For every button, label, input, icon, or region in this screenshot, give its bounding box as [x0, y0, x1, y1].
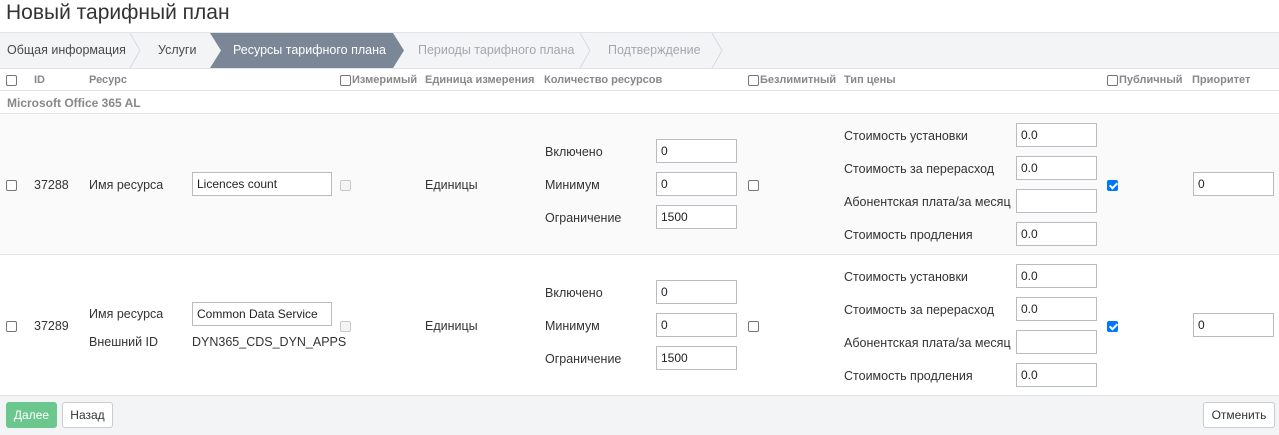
column-header-measurable[interactable]: Измеримый — [352, 69, 417, 91]
setup-fee-label: Стоимость установки — [844, 129, 968, 143]
row-select-checkbox[interactable] — [6, 180, 17, 191]
limit-input[interactable] — [656, 346, 737, 370]
step-separator-icon — [579, 33, 591, 68]
resource-id: 37288 — [34, 178, 69, 192]
priority-input[interactable] — [1193, 313, 1274, 337]
wizard-step-plan-periods[interactable]: Периоды тарифного плана — [405, 33, 580, 68]
step-separator-icon — [210, 33, 221, 68]
step-separator-icon — [129, 33, 141, 68]
wizard-steps: Общая информация Услуги Ресурсы тарифног… — [0, 32, 1279, 69]
select-all-checkbox[interactable] — [6, 75, 17, 86]
unlimited-all-checkbox[interactable] — [748, 75, 759, 86]
column-header-id[interactable]: ID — [34, 69, 45, 91]
external-id-label: Внешний ID — [89, 335, 159, 349]
column-header-unit[interactable]: Единица измерения — [425, 69, 534, 91]
unlimited-checkbox[interactable] — [748, 321, 759, 332]
wizard-step-label: Услуги — [158, 43, 197, 57]
included-label: Включено — [545, 145, 603, 159]
next-button[interactable]: Далее — [6, 402, 57, 428]
measurable-all-checkbox[interactable] — [340, 75, 351, 86]
setup-fee-label: Стоимость установки — [844, 270, 968, 284]
limit-label: Ограничение — [545, 211, 622, 225]
wizard-step-label: Общая информация — [7, 43, 126, 57]
included-input[interactable] — [656, 139, 737, 163]
minimum-label: Минимум — [545, 319, 600, 333]
cancel-button[interactable]: Отменить — [1203, 402, 1275, 428]
minimum-label: Минимум — [545, 178, 600, 192]
unit-value: Единицы — [425, 319, 478, 333]
footer-bar: Далее Назад Отменить — [0, 396, 1279, 435]
wizard-step-label: Подтверждение — [608, 43, 701, 57]
overuse-fee-input[interactable] — [1016, 297, 1097, 321]
public-checkbox[interactable] — [1107, 180, 1118, 191]
overuse-fee-label: Стоимость за перерасход — [844, 303, 995, 317]
renewal-fee-input[interactable] — [1016, 363, 1097, 387]
column-header-unlimited[interactable]: Безлимитный — [760, 69, 836, 91]
unit-value: Единицы — [425, 178, 478, 192]
external-id-value: DYN365_CDS_DYN_APPS — [192, 335, 347, 349]
subscription-fee-input[interactable] — [1016, 189, 1097, 213]
resource-name-input[interactable] — [192, 302, 332, 326]
resource-name-input[interactable] — [192, 172, 332, 196]
column-header-price-type[interactable]: Тип цены — [844, 69, 896, 91]
priority-input[interactable] — [1193, 172, 1274, 196]
wizard-step-label: Периоды тарифного плана — [418, 43, 575, 57]
subscription-fee-label: Абонентская плата/за месяц — [844, 336, 1011, 350]
column-header-resource[interactable]: Ресурс — [89, 69, 127, 91]
column-header-public[interactable]: Публичный — [1119, 69, 1182, 91]
back-button[interactable]: Назад — [62, 402, 113, 428]
subscription-fee-input[interactable] — [1016, 330, 1097, 354]
column-header-quantity[interactable]: Количество ресурсов — [544, 69, 662, 91]
included-label: Включено — [545, 286, 603, 300]
step-arrow-icon — [393, 33, 404, 68]
overuse-fee-label: Стоимость за перерасход — [844, 162, 995, 176]
measurable-checkbox — [340, 180, 351, 191]
subscription-fee-label: Абонентская плата/за месяц — [844, 195, 1011, 209]
setup-fee-input[interactable] — [1016, 123, 1097, 147]
limit-label: Ограничение — [545, 352, 622, 366]
resource-name-label: Имя ресурса — [89, 178, 164, 192]
table-row: 37289 Имя ресурса Внешний ID DYN365_CDS_… — [0, 255, 1279, 396]
resource-group-label: Microsoft Office 365 AL — [7, 96, 141, 110]
page-title: Новый тарифный план — [6, 1, 230, 24]
public-checkbox[interactable] — [1107, 321, 1118, 332]
included-input[interactable] — [656, 280, 737, 304]
resource-id: 37289 — [34, 319, 69, 333]
resource-name-label: Имя ресурса — [89, 307, 164, 321]
step-separator-icon — [711, 33, 723, 68]
wizard-step-general-info[interactable]: Общая информация — [0, 33, 132, 68]
column-header-priority[interactable]: Приоритет — [1192, 69, 1250, 91]
public-all-checkbox[interactable] — [1107, 75, 1118, 86]
wizard-step-plan-resources[interactable]: Ресурсы тарифного плана — [210, 33, 393, 68]
wizard-step-services[interactable]: Услуги — [148, 33, 212, 68]
unlimited-checkbox[interactable] — [748, 180, 759, 191]
row-select-checkbox[interactable] — [6, 321, 17, 332]
renewal-fee-label: Стоимость продления — [844, 228, 973, 242]
setup-fee-input[interactable] — [1016, 264, 1097, 288]
table-header: ID Ресурс Измеримый Единица измерения Ко… — [0, 69, 1279, 91]
renewal-fee-input[interactable] — [1016, 222, 1097, 246]
resource-group-row: Microsoft Office 365 AL — [0, 92, 1279, 114]
wizard-step-confirmation[interactable]: Подтверждение — [594, 33, 714, 68]
overuse-fee-input[interactable] — [1016, 156, 1097, 180]
table-row: 37288 Имя ресурса Единицы Включено Миним… — [0, 114, 1279, 255]
measurable-checkbox — [340, 321, 351, 332]
renewal-fee-label: Стоимость продления — [844, 369, 973, 383]
minimum-input[interactable] — [656, 172, 737, 196]
limit-input[interactable] — [656, 205, 737, 229]
minimum-input[interactable] — [656, 313, 737, 337]
wizard-step-label: Ресурсы тарифного плана — [233, 43, 386, 57]
